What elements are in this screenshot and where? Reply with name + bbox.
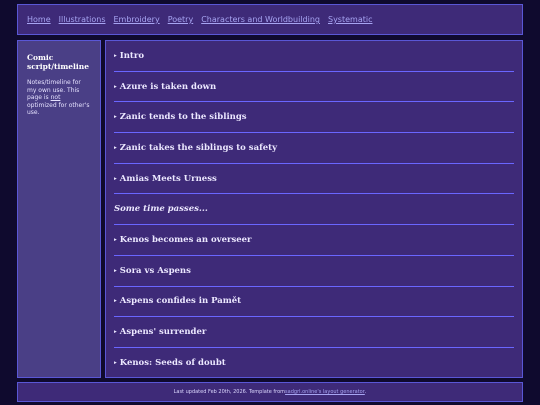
section-aspens-confides-in-pamet[interactable]: ▸ Aspens confides in Pamět xyxy=(114,287,514,318)
section-label: Sora vs Aspens xyxy=(119,265,191,276)
layout-generator-link[interactable]: sadgrl.online's layout generator xyxy=(285,389,365,395)
section-label: Zanic takes the siblings to safety xyxy=(119,142,278,153)
top-navigation: Home Illustrations Embroidery Poetry Cha… xyxy=(17,4,523,35)
section-zanic-tends-to-the-siblings[interactable]: ▸ Zanic tends to the siblings xyxy=(114,102,514,134)
expand-arrow-icon: ▸ xyxy=(114,298,117,305)
expand-arrow-icon: ▸ xyxy=(114,329,117,336)
section-label: Amias Meets Urness xyxy=(119,173,217,184)
footer: Last updated Feb 20th, 2026. Template fr… xyxy=(17,382,523,402)
section-azure-is-taken-down[interactable]: ▸ Azure is taken down xyxy=(114,72,514,103)
time-passes-note: Some time passes... xyxy=(114,194,514,226)
section-label: Kenos becomes an overseer xyxy=(119,234,252,245)
nav-link-embroidery[interactable]: Embroidery xyxy=(114,15,160,24)
expand-arrow-icon: ▸ xyxy=(114,360,117,367)
expand-arrow-icon: ▸ xyxy=(114,52,117,59)
sidebar-description: Notes/timeline for my own use. This page… xyxy=(27,79,91,117)
section-label: Kenos: Seeds of doubt xyxy=(119,358,226,369)
expand-arrow-icon: ▸ xyxy=(114,267,117,274)
section-kenos-becomes-an-overseer[interactable]: ▸ Kenos becomes an overseer xyxy=(114,225,514,256)
nav-link-characters-and-worldbuilding[interactable]: Characters and Worldbuilding xyxy=(201,15,320,24)
section-label: Zanic tends to the siblings xyxy=(119,112,247,123)
footer-end: . xyxy=(364,389,367,395)
section-amias-meets-urness[interactable]: ▸ Amias Meets Urness xyxy=(114,164,514,195)
expand-arrow-icon: ▸ xyxy=(114,236,117,243)
footer-text: Last updated Feb 20th, 2026. Template fr… xyxy=(173,389,286,395)
nav-link-home[interactable]: Home xyxy=(27,15,51,24)
section-aspens-surrender[interactable]: ▸ Aspens' surrender xyxy=(114,317,514,348)
nav-link-poetry[interactable]: Poetry xyxy=(168,15,194,24)
section-zanic-takes-the-siblings-to-safety[interactable]: ▸ Zanic takes the siblings to safety xyxy=(114,133,514,164)
section-kenos-seeds-of-doubt[interactable]: ▸ Kenos: Seeds of doubt xyxy=(114,348,514,379)
sidebar: Comic script/timeline Notes/timeline for… xyxy=(17,40,101,378)
nav-link-systematic[interactable]: Systematic xyxy=(328,15,373,24)
section-label: Azure is taken down xyxy=(119,81,217,92)
sidebar-text-after: optimized for other's use. xyxy=(27,101,90,117)
note-label: Some time passes... xyxy=(114,204,208,215)
nav-link-illustrations[interactable]: Illustrations xyxy=(59,15,106,24)
expand-arrow-icon: ▸ xyxy=(114,83,117,90)
section-intro[interactable]: ▸ Intro xyxy=(114,41,514,72)
expand-arrow-icon: ▸ xyxy=(114,114,117,121)
section-label: Aspens confides in Pamět xyxy=(119,296,242,307)
main-content: ▸ Intro ▸ Azure is taken down ▸ Zanic tends… xyxy=(105,40,523,378)
section-sora-vs-aspens[interactable]: ▸ Sora vs Aspens xyxy=(114,256,514,287)
expand-arrow-icon: ▸ xyxy=(114,175,117,182)
section-label: Intro xyxy=(119,50,144,61)
expand-arrow-icon: ▸ xyxy=(114,144,117,151)
sidebar-title: Comic script/timeline xyxy=(27,53,89,71)
section-label: Aspens' surrender xyxy=(119,327,207,338)
sidebar-text-emphasis: not xyxy=(50,94,61,101)
